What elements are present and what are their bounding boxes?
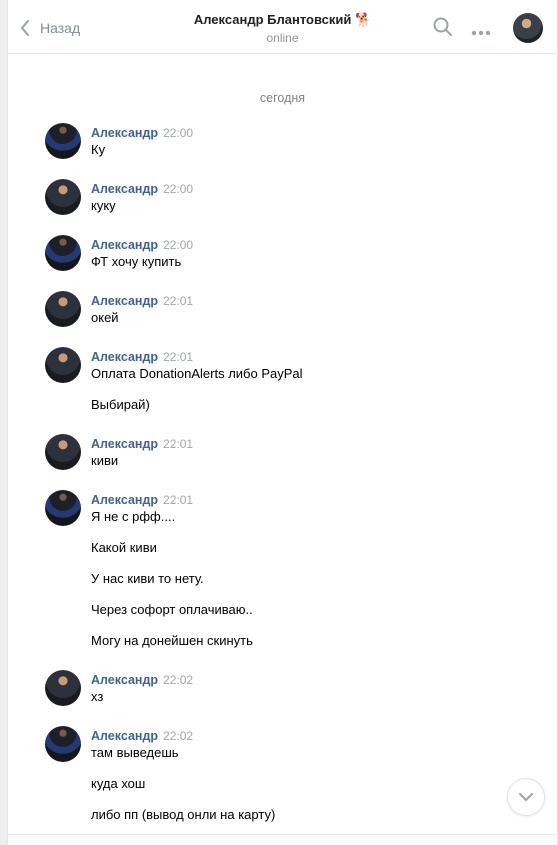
message-body: хз [91,689,103,705]
message-text: хз [91,689,104,704]
avatar[interactable] [45,347,81,383]
chat-window: Назад Александр Блантовский 🐕 online сег… [7,0,558,845]
message-body: Я не с рфф.... Какой киви У нас киви то не… [91,509,253,649]
day-separator: сегодня [259,91,306,105]
message-author[interactable]: Александр [91,350,158,364]
message-time[interactable]: 22:01 [163,350,193,364]
message-header: Александр 22:02 [91,672,193,687]
message-time[interactable]: 22:01 [163,493,193,507]
peer-avatar[interactable] [513,13,543,43]
message-header: Александр 22:00 [91,125,193,140]
avatar[interactable] [45,123,81,159]
avatar[interactable] [45,726,81,762]
message-header: Александр 22:00 [91,237,193,252]
message-text: куда хош [91,776,146,791]
message-text: Через софорт оплачиваю.. [91,602,253,617]
message-time[interactable]: 22:00 [163,126,193,140]
message-author[interactable]: Александр [91,437,158,451]
message-author[interactable]: Александр [91,294,158,308]
message-time[interactable]: 22:02 [163,729,193,743]
message-header: Александр 22:01 [91,492,193,507]
message-text: Какой киви [91,540,157,555]
message-body: куку [91,198,116,214]
message-header: Александр 22:01 [91,436,193,451]
avatar[interactable] [45,670,81,706]
search-button[interactable] [433,17,453,40]
message-header: Александр 22:02 [91,728,193,743]
avatar[interactable] [45,490,81,526]
message-author[interactable]: Александр [91,126,158,140]
message-text: окей [91,310,119,325]
avatar[interactable] [45,291,81,327]
message-header: Александр 22:01 [91,349,193,364]
message-author[interactable]: Александр [91,729,158,743]
message-text: Ку [91,142,106,157]
search-icon [433,17,452,36]
message-text: либо пп (вывод онли на карту) [91,807,276,822]
composer-edge [8,834,557,845]
message-time[interactable]: 22:02 [163,673,193,687]
avatar[interactable] [45,235,81,271]
more-horizontal-icon [471,30,491,36]
message-body: ФТ хочу купить [91,254,181,270]
scroll-down-button[interactable] [507,778,545,816]
message-time[interactable]: 22:00 [163,182,193,196]
message-time[interactable]: 22:01 [163,437,193,451]
chat-header: Назад Александр Блантовский 🐕 online [8,0,557,54]
message-body: окей [91,310,119,326]
message-text: там выведешь [91,745,179,760]
message-text: Выбирай) [91,397,150,412]
message-text: Могу на донейшен скинуть [91,633,253,648]
message-time[interactable]: 22:00 [163,238,193,252]
avatar[interactable] [45,179,81,215]
message-text: Я не с рфф.... [91,509,176,524]
message-body: Оплата DonationAlerts либо PayPal Выбирай… [91,366,303,413]
message-header: Александр 22:01 [91,293,193,308]
message-author[interactable]: Александр [91,493,158,507]
message-text: куку [91,198,116,213]
message-body: Ку [91,142,105,158]
more-button[interactable] [471,24,491,39]
message-time[interactable]: 22:01 [163,294,193,308]
message-text: ФТ хочу купить [91,254,182,269]
message-text: киви [91,453,119,468]
chevron-down-icon [519,793,533,801]
message-header: Александр 22:00 [91,181,193,196]
message-text: Оплата DonationAlerts либо PayPal [91,366,303,381]
message-author[interactable]: Александр [91,238,158,252]
message-body: киви [91,453,118,469]
message-author[interactable]: Александр [91,182,158,196]
message-author[interactable]: Александр [91,673,158,687]
message-text: У нас киви то нету. [91,571,204,586]
message-body: там выведешь куда хош либо пп (вывод онли … [91,745,275,823]
avatar[interactable] [45,434,81,470]
